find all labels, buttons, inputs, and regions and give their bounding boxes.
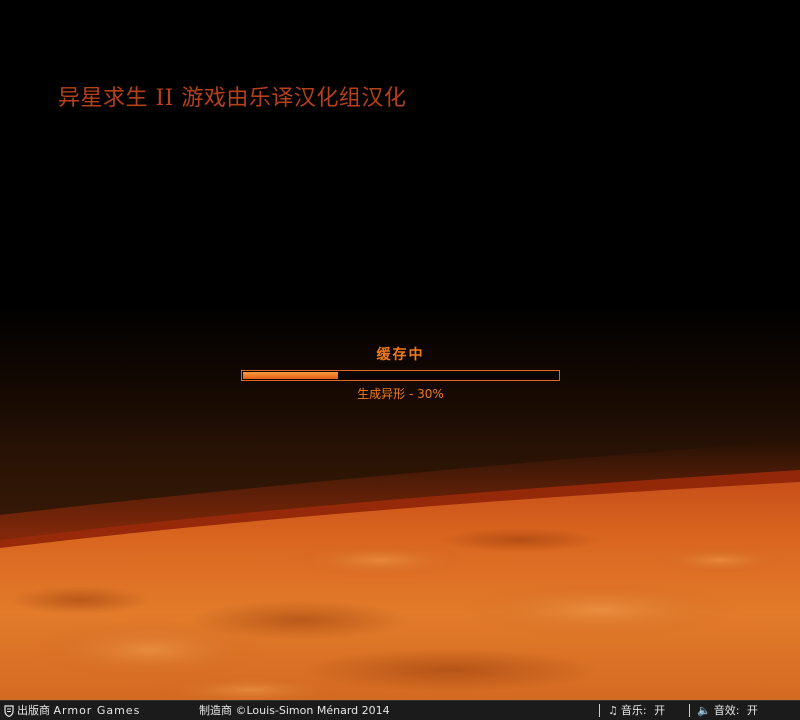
footer-divider xyxy=(599,704,600,717)
developer-credit: 制造商 ©Louis-Simon Ménard 2014 xyxy=(199,703,390,719)
loading-panel: 缓存中 生成异形 - 30% xyxy=(241,344,560,402)
speaker-icon: 🔈 xyxy=(697,704,711,717)
progress-bar xyxy=(241,370,560,381)
sound-toggle[interactable]: 🔈 音效: 开 xyxy=(697,703,758,719)
publisher-label: 出版商 xyxy=(17,704,50,717)
loading-status: 生成异形 - 30% xyxy=(357,387,444,401)
footer-bar: 出版商 Armor Games 制造商 ©Louis-Simon Ménard … xyxy=(0,700,800,720)
armor-games-shield-icon xyxy=(4,705,14,717)
progress-bar-fill xyxy=(243,372,338,379)
page-title: 异星求生 II 游戏由乐译汉化组汉化 xyxy=(58,86,407,111)
game-scene: 异星求生 II 游戏由乐译汉化组汉化 缓存中 生成异形 - 30% xyxy=(0,0,800,700)
publisher-credit[interactable]: 出版商 Armor Games xyxy=(4,703,140,719)
developer-name: ©Louis-Simon Ménard 2014 xyxy=(235,704,390,717)
footer-divider xyxy=(689,704,690,717)
developer-label: 制造商 xyxy=(199,704,232,717)
sound-label: 音效: xyxy=(713,704,740,717)
loading-heading: 缓存中 xyxy=(376,347,425,363)
music-note-icon: ♫ xyxy=(608,704,618,717)
publisher-name: Armor Games xyxy=(53,704,141,717)
music-label: 音乐: xyxy=(620,704,647,717)
sound-value: 开 xyxy=(746,704,758,717)
music-toggle[interactable]: ♫ 音乐: 开 xyxy=(608,703,665,719)
music-value: 开 xyxy=(654,704,666,717)
